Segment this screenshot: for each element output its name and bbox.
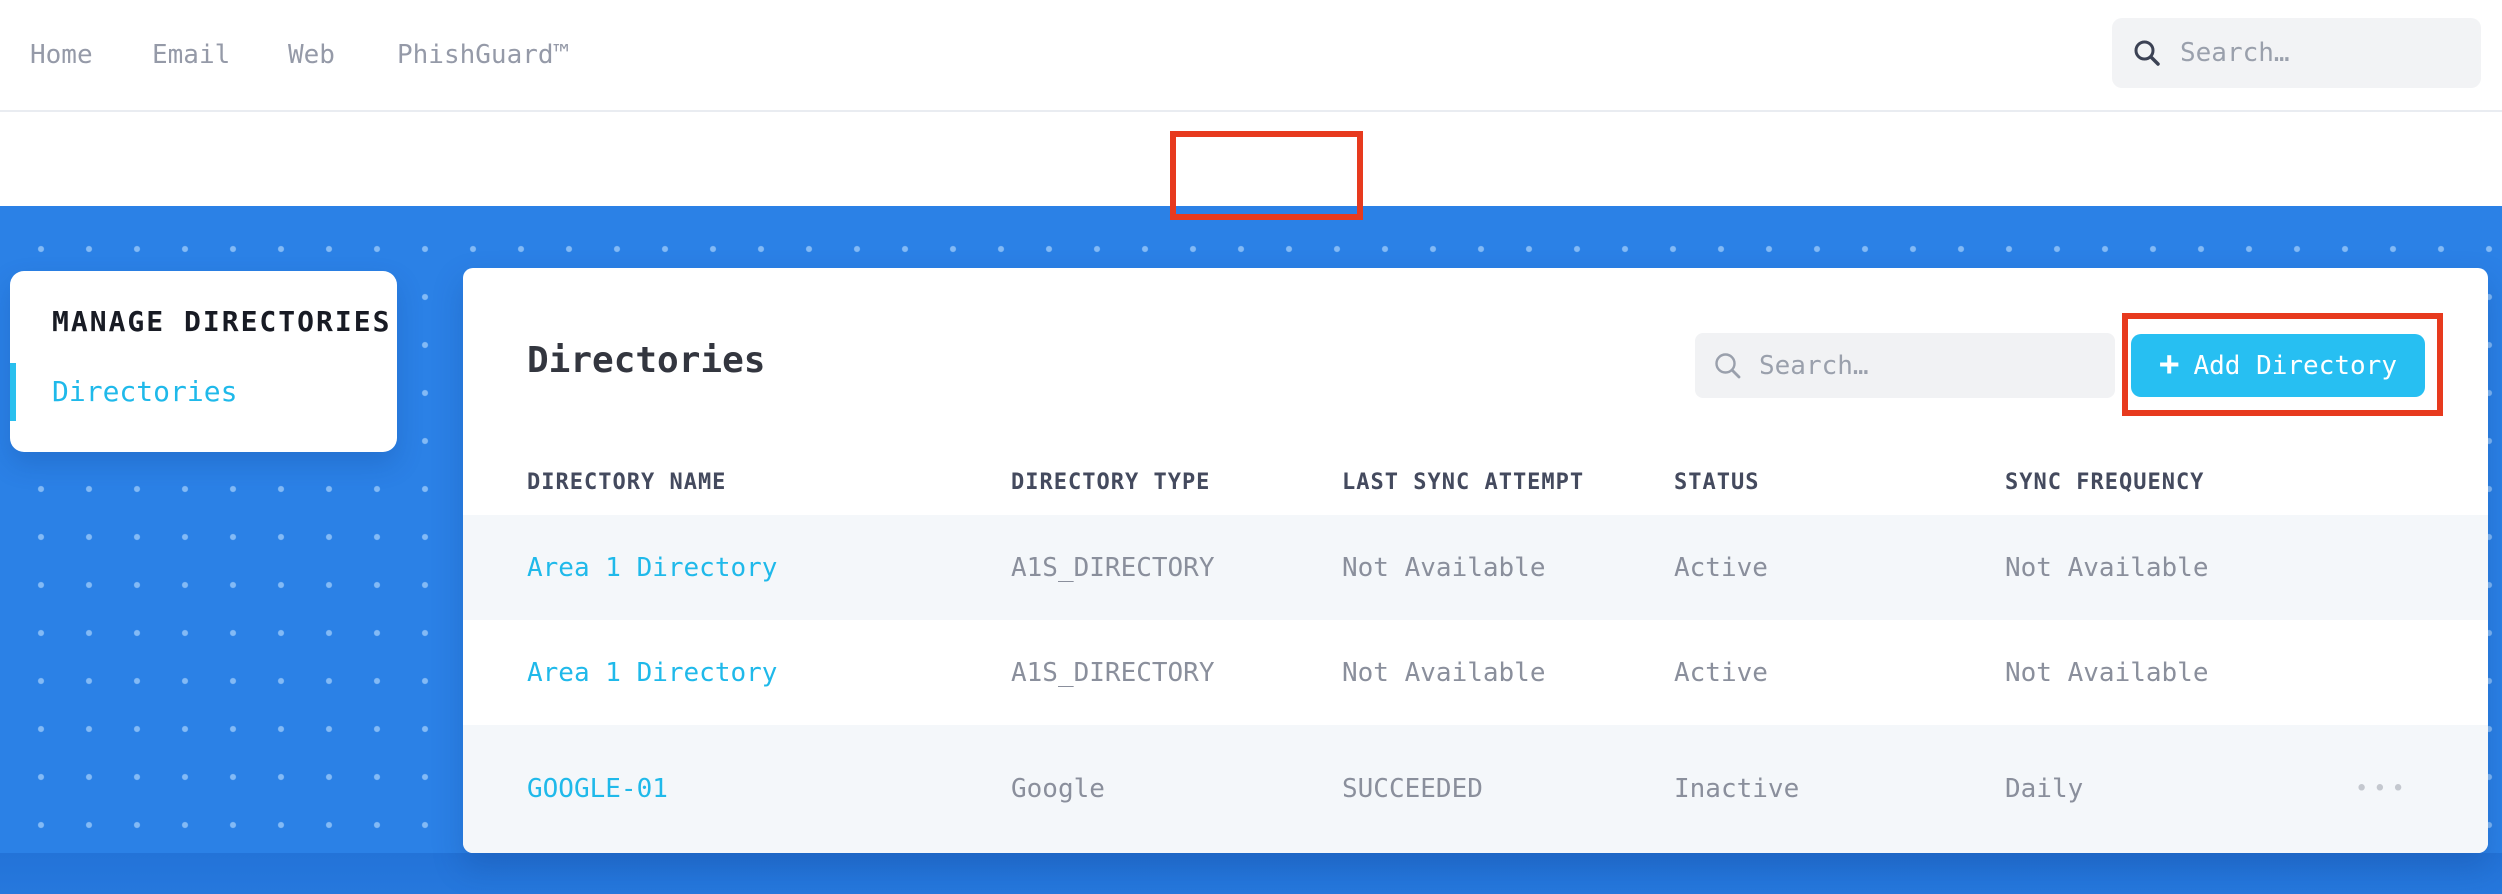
directory-type-cell: Google <box>1011 774 1105 804</box>
nav-item-phishguard[interactable]: PhishGuard™ <box>397 40 569 70</box>
column-directory-name: DIRECTORY NAME <box>527 470 727 495</box>
search-icon <box>2134 40 2160 66</box>
directory-type-cell: A1S_DIRECTORY <box>1011 657 1215 688</box>
table-row: Area 1 Directory A1S_DIRECTORY Not Avail… <box>463 620 2488 725</box>
directory-name-link[interactable]: GOOGLE-01 <box>527 774 668 804</box>
annotation-box-add-directory <box>2122 313 2443 416</box>
annotation-box-directories-tab <box>1170 131 1363 220</box>
status-cell: Inactive <box>1674 774 1800 804</box>
more-actions-icon[interactable]: ••• <box>2355 777 2410 802</box>
global-search-input[interactable] <box>2180 38 2420 68</box>
table-header: DIRECTORY NAME DIRECTORY TYPE LAST SYNC … <box>463 460 2488 515</box>
column-directory-type: DIRECTORY TYPE <box>1011 470 1211 495</box>
directory-name-link[interactable]: Area 1 Directory <box>527 658 777 688</box>
directory-type-cell: A1S_DIRECTORY <box>1011 552 1215 583</box>
top-navigation-bar: Home Email Web PhishGuard™ <box>0 0 2502 111</box>
sidebar-item-directories[interactable]: Directories <box>52 375 237 408</box>
nav-item-email[interactable]: Email <box>152 40 230 70</box>
nav-item-home[interactable]: Home <box>30 40 93 70</box>
sync-frequency-cell: Not Available <box>2005 657 2209 688</box>
page-title: Directories <box>527 340 766 381</box>
search-icon <box>1715 352 1741 378</box>
directories-search-box[interactable] <box>1695 333 2115 398</box>
table-row: Area 1 Directory A1S_DIRECTORY Not Avail… <box>463 515 2488 620</box>
last-sync-cell: Not Available <box>1342 552 1546 583</box>
status-cell: Active <box>1674 657 1768 688</box>
directory-name-link[interactable]: Area 1 Directory <box>527 553 777 583</box>
sync-frequency-cell: Daily <box>2005 774 2084 804</box>
background-bottom-band <box>0 853 2502 894</box>
column-last-sync: LAST SYNC ATTEMPT <box>1342 470 1585 495</box>
last-sync-cell: SUCCEEDED <box>1342 774 1483 804</box>
table-row: GOOGLE-01 Google SUCCEEDED Inactive Dail… <box>463 725 2488 853</box>
global-search-box[interactable] <box>2112 18 2481 88</box>
status-cell: Active <box>1674 552 1768 583</box>
manage-directories-card: MANAGE DIRECTORIES Directories <box>10 271 397 452</box>
column-sync-frequency: SYNC FREQUENCY <box>2005 470 2205 495</box>
column-status: STATUS <box>1674 470 1760 495</box>
directories-search-input[interactable] <box>1759 350 2059 381</box>
last-sync-cell: Not Available <box>1342 657 1546 688</box>
page-background: MANAGE DIRECTORIES Directories Directori… <box>0 206 2502 894</box>
sidebar-heading: MANAGE DIRECTORIES <box>52 305 392 338</box>
sync-frequency-cell: Not Available <box>2005 552 2209 583</box>
active-sidebar-indicator <box>10 363 16 421</box>
nav-item-web[interactable]: Web <box>288 40 335 70</box>
